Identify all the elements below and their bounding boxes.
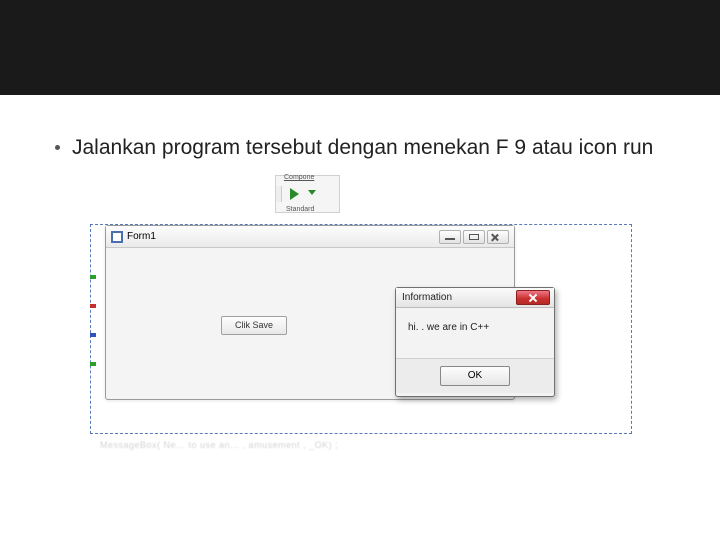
run-icon[interactable]	[290, 188, 299, 200]
close-button[interactable]	[487, 230, 509, 244]
toolbar-bottom-label: Standard	[286, 206, 314, 213]
form1-app-icon	[111, 231, 123, 243]
toolbar-top-label: Compone	[284, 174, 314, 181]
bullet-dot-icon	[55, 145, 60, 150]
bullet-item: Jalankan program tersebut dengan menekan…	[0, 95, 720, 165]
info-titlebar: Information	[396, 288, 554, 308]
click-save-button[interactable]: Clik Save	[221, 316, 287, 335]
info-message: hi. . we are in C++	[396, 308, 554, 358]
minimize-button[interactable]	[439, 230, 461, 244]
run-dropdown-icon[interactable]	[308, 190, 316, 195]
bullet-text: Jalankan program tersebut dengan menekan…	[72, 135, 653, 161]
info-close-button[interactable]	[516, 290, 550, 305]
maximize-button[interactable]	[463, 230, 485, 244]
form1-titlebar: Form1	[106, 226, 514, 248]
information-dialog: Information hi. . we are in C++ OK	[395, 287, 555, 397]
info-title-text: Information	[402, 292, 452, 303]
blurred-code-line: MessageBox( Ne… to use an… , amusement ,…	[100, 440, 338, 450]
info-button-row: OK	[396, 359, 554, 393]
ok-button[interactable]: OK	[440, 366, 510, 386]
form1-title-text: Form1	[127, 231, 156, 242]
slide: Jalankan program tersebut dengan menekan…	[0, 0, 720, 540]
run-toolbar-snippet: Compone Standard	[275, 175, 340, 213]
slide-header-bar	[0, 0, 720, 95]
gutter-marks	[90, 250, 98, 410]
toolbar-separator	[276, 186, 282, 202]
